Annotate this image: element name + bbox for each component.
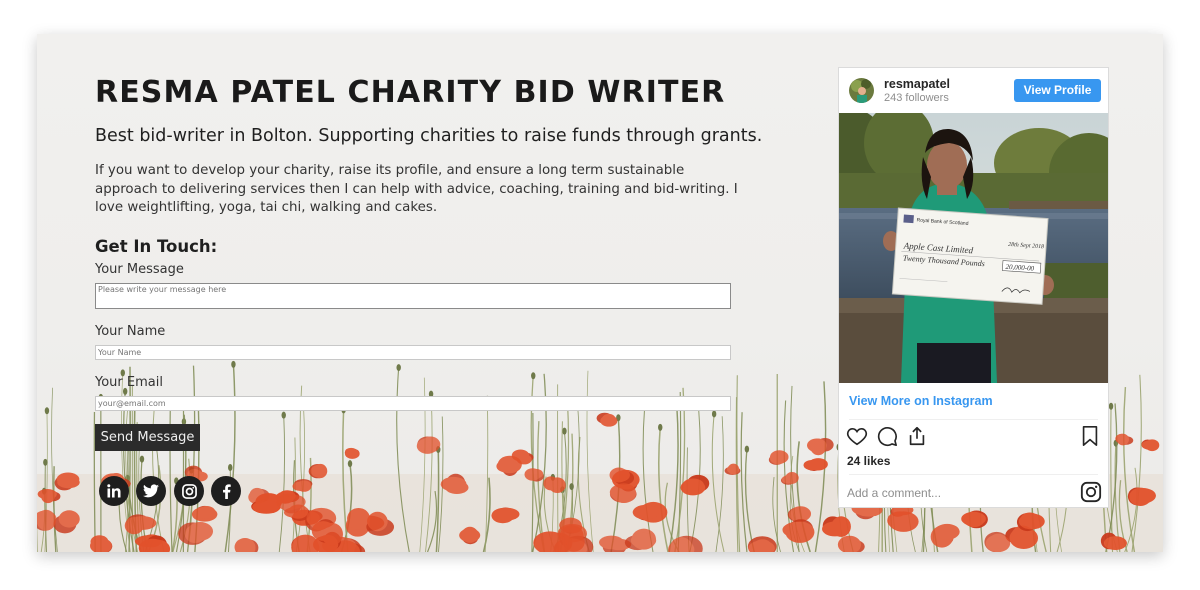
heart-icon[interactable] <box>846 425 868 447</box>
instagram-post-image[interactable]: Royal Bank of Scotland 28th Sept 2018 Ap… <box>839 113 1108 383</box>
divider <box>849 419 1098 420</box>
bookmark-icon[interactable] <box>1079 425 1101 447</box>
view-profile-button[interactable]: View Profile <box>1014 79 1101 102</box>
twitter-icon <box>143 484 159 498</box>
comment-icon[interactable] <box>876 425 898 447</box>
facebook-icon <box>222 483 231 499</box>
instagram-username[interactable]: resmapatel <box>884 77 950 91</box>
instagram-header: resmapatel 243 followers View Profile <box>839 68 1108 113</box>
instagram-widget: resmapatel 243 followers View Profile Ro… <box>838 67 1109 508</box>
instagram-logo-icon[interactable] <box>1080 481 1102 503</box>
send-message-button[interactable]: Send Message <box>95 424 200 451</box>
view-more-link[interactable]: View More on Instagram <box>849 394 993 408</box>
name-label: Your Name <box>95 324 166 339</box>
tagline: Best bid-writer in Bolton. Supporting ch… <box>95 126 763 146</box>
facebook-link[interactable] <box>211 476 241 506</box>
intro-paragraph: If you want to develop your charity, rai… <box>95 163 738 215</box>
message-label: Your Message <box>95 262 184 277</box>
avatar[interactable] <box>849 78 874 103</box>
name-field[interactable] <box>95 345 731 360</box>
email-label: Your Email <box>95 375 163 390</box>
divider <box>849 474 1098 475</box>
email-field[interactable] <box>95 396 731 411</box>
message-field[interactable] <box>95 283 731 309</box>
twitter-link[interactable] <box>136 476 166 506</box>
linkedin-link[interactable] <box>99 476 129 506</box>
page-title: RESMA PATEL CHARITY BID WRITER <box>95 75 726 110</box>
instagram-icon <box>181 483 197 499</box>
page-card: RESMA PATEL CHARITY BID WRITER Best bid-… <box>37 34 1163 552</box>
post-actions <box>839 425 1108 449</box>
add-comment-field[interactable]: Add a comment... <box>847 486 941 500</box>
linkedin-icon <box>107 484 121 498</box>
likes-count: 24 likes <box>847 454 891 468</box>
contact-heading: Get In Touch: <box>95 237 218 256</box>
share-icon[interactable] <box>906 425 928 447</box>
instagram-link[interactable] <box>174 476 204 506</box>
instagram-followers: 243 followers <box>884 92 949 104</box>
